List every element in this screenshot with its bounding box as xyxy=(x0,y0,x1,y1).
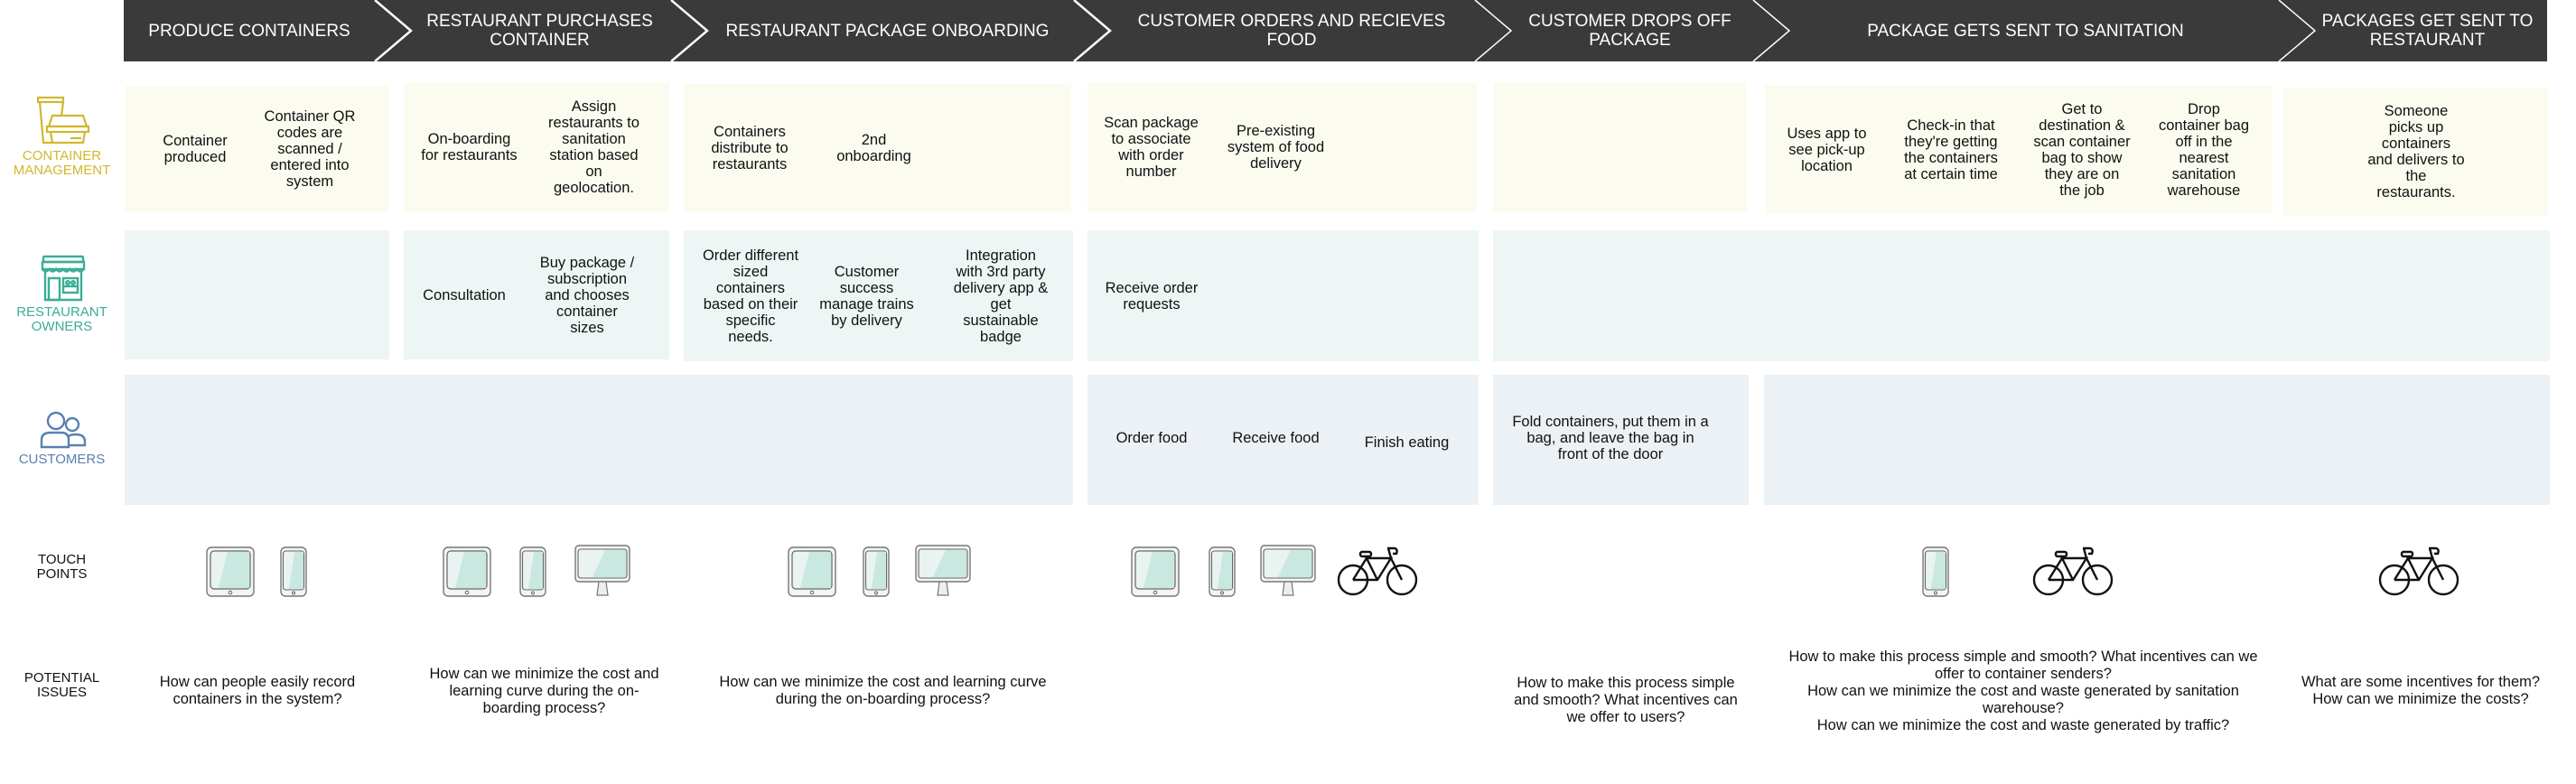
note-integration-3rd-party: Integration with 3rd party delivery app … xyxy=(953,247,1049,345)
note-drop-container-bag: Drop container bag off in the nearest sa… xyxy=(2159,100,2249,199)
note-customer-success: Customer success manage trains by delive… xyxy=(819,263,914,329)
phone-icon xyxy=(863,546,890,602)
lane-cell-customers-4 xyxy=(1764,375,2550,505)
lane-cell-restaurant-1 xyxy=(125,230,389,359)
note-uses-app: Uses app to see pick-up location xyxy=(1787,125,1867,174)
note-fold-containers: Fold containers, put them in a bag, and … xyxy=(1512,414,1709,462)
chevron-divider-icon xyxy=(670,0,709,61)
chevron-divider-icon xyxy=(1752,0,1791,61)
stage-title-restaurant-purchases: RESTAURANT PURCHASES CONTAINER xyxy=(426,12,653,50)
potential-issues-label: POTENTIAL ISSUES xyxy=(23,670,100,700)
note-2nd-onboarding: 2nd onboarding xyxy=(836,132,911,164)
note-containers-distribute: Containers distribute to restaurants xyxy=(711,124,789,173)
stage-title-customer-drops-off: CUSTOMER DROPS OFF PACKAGE xyxy=(1528,12,1731,50)
note-receive-food: Receive food xyxy=(1232,430,1320,446)
stage-title-sent-to-restaurant: PACKAGES GET SENT TO RESTAURANT xyxy=(2321,12,2534,50)
tablet-icon xyxy=(443,546,491,602)
note-pre-existing-system: Pre-existing system of food delivery xyxy=(1227,123,1325,172)
chevron-divider-icon xyxy=(1474,0,1513,61)
phone-icon xyxy=(280,546,307,602)
food-container-icon xyxy=(36,96,90,145)
users-icon xyxy=(40,411,87,449)
chevron-divider-icon xyxy=(1073,0,1112,61)
note-buy-package: Buy package / subscription and chooses c… xyxy=(539,254,635,336)
note-qr-codes-scanned: Container QR codes are scanned / entered… xyxy=(264,108,356,190)
note-finish-eating: Finish eating xyxy=(1364,434,1450,451)
phone-icon xyxy=(1209,546,1236,602)
note-consultation: Consultation xyxy=(423,286,506,303)
stage-title-sent-to-sanitation: PACKAGE GETS SENT TO SANITATION xyxy=(1867,21,2184,41)
issue-produce-containers: How can people easily record containers … xyxy=(159,674,356,707)
phone-icon xyxy=(1922,546,1949,602)
lane-cell-customers-1 xyxy=(125,375,1073,505)
note-assign-restaurants: Assign restaurants to sanitation station… xyxy=(548,98,639,196)
tablet-icon xyxy=(788,546,836,602)
stage-title-customer-orders: CUSTOMER ORDERS AND RECIEVES FOOD xyxy=(1137,12,1446,50)
issue-customer-drops-off: How to make this process simple and smoo… xyxy=(1514,674,1738,725)
stage-title-produce-containers: PRODUCE CONTAINERS xyxy=(148,21,350,41)
note-someone-picks-up: Someone picks up containers and delivers… xyxy=(2367,103,2465,201)
monitor-icon xyxy=(915,545,971,602)
note-container-produced: Container produced xyxy=(163,133,228,165)
bicycle-icon xyxy=(1337,546,1418,602)
lane-cell-restaurant-5 xyxy=(1493,230,2550,361)
tablet-icon xyxy=(1131,546,1180,602)
bicycle-icon xyxy=(2032,546,2114,602)
bicycle-icon xyxy=(2378,546,2459,602)
chevron-divider-icon xyxy=(374,0,413,61)
issue-sent-to-sanitation: How to make this process simple and smoo… xyxy=(1788,648,2258,733)
tablet-icon xyxy=(206,546,255,602)
note-onboarding-restaurants: On-boarding for restaurants xyxy=(421,131,518,163)
issue-restaurant-onboarding: How can we minimize the cost and learnin… xyxy=(719,674,1047,707)
phone-icon xyxy=(519,546,546,602)
issue-sent-to-restaurant: What are some incentives for them? How c… xyxy=(2301,674,2541,707)
stage-title-restaurant-onboarding: RESTAURANT PACKAGE ONBOARDING xyxy=(725,21,1050,41)
lane-label-restaurant-owners: RESTAURANT OWNERS xyxy=(16,304,107,334)
issue-customer-orders xyxy=(1093,650,1472,732)
touch-points-label: TOUCH POINTS xyxy=(36,552,88,582)
note-scan-package: Scan package to associate with order num… xyxy=(1104,115,1199,180)
monitor-icon xyxy=(1260,545,1316,602)
storefront-icon xyxy=(41,255,86,302)
note-check-in: Check-in that they're getting the contai… xyxy=(1904,117,1998,182)
chevron-divider-icon xyxy=(2278,0,2317,61)
lane-cell-container-5 xyxy=(1493,82,1747,212)
lane-label-container-management: CONTAINER MANAGEMENT xyxy=(13,148,111,178)
note-order-food: Order food xyxy=(1115,430,1188,446)
note-order-different-sizes: Order different sized containers based o… xyxy=(702,247,799,345)
note-get-to-destination: Get to destination & scan container bag … xyxy=(2033,100,2131,199)
monitor-icon xyxy=(574,545,630,602)
lane-label-customers: CUSTOMERS xyxy=(18,452,106,467)
issue-restaurant-purchases: How can we minimize the cost and learnin… xyxy=(429,665,659,716)
note-receive-order-requests: Receive order requests xyxy=(1105,279,1199,313)
